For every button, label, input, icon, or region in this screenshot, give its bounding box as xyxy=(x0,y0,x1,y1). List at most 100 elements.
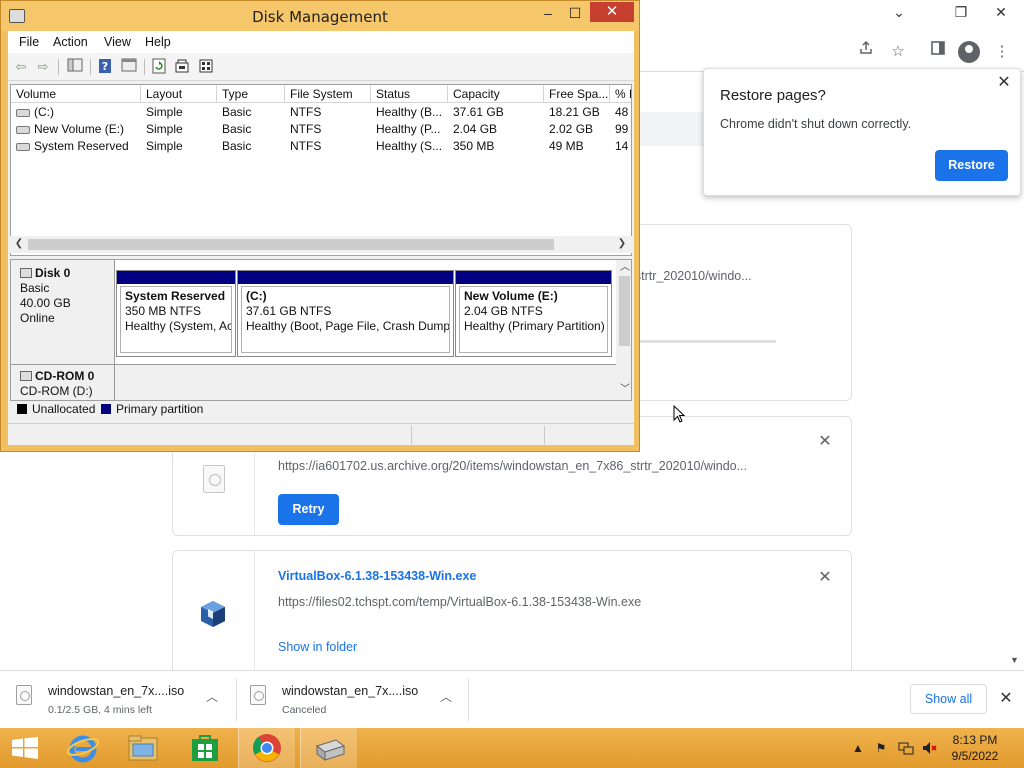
cdrom-0-label[interactable]: CD-ROM 0 CD-ROM (D:) xyxy=(11,365,115,400)
legend-unallocated-label: Unallocated xyxy=(32,402,96,416)
virtualbox-icon xyxy=(201,601,225,627)
rescan-disks-icon[interactable] xyxy=(173,58,191,76)
page-scroll-down-arrow[interactable]: ▼ xyxy=(1010,655,1022,667)
scrollbar-thumb[interactable] xyxy=(28,239,554,250)
back-arrow-icon[interactable]: ⇦ xyxy=(12,58,30,76)
menu-bar: File Action View Help xyxy=(8,31,634,53)
properties-panel-icon[interactable] xyxy=(120,58,138,76)
retry-button[interactable]: Retry xyxy=(278,494,339,525)
chrome-restore-button[interactable]: ❐ xyxy=(946,2,976,22)
cell-layout: Simple xyxy=(146,139,183,153)
folder-icon xyxy=(128,735,158,761)
menu-icon[interactable]: ⋮ xyxy=(990,40,1014,64)
share-icon[interactable] xyxy=(854,40,878,64)
close-icon[interactable]: ✕ xyxy=(817,434,833,450)
column-header-free-space[interactable]: Free Spa... xyxy=(544,85,610,103)
disk-properties-icon[interactable] xyxy=(197,58,215,76)
table-row[interactable]: System Reserved Simple Basic NTFS Health… xyxy=(11,138,631,155)
cell-percent-free: 48 xyxy=(615,105,629,119)
taskbar-internet-explorer[interactable] xyxy=(54,728,112,768)
cell-status: Healthy (S... xyxy=(376,139,443,153)
shelf-item-2[interactable]: windowstan_en_7x....iso Canceled ︿ xyxy=(250,679,460,721)
column-header-file-system[interactable]: File System xyxy=(285,85,371,103)
cell-percent-free: 14 xyxy=(615,139,629,153)
close-button[interactable]: ✕ xyxy=(590,2,634,22)
scrollbar-thumb[interactable] xyxy=(619,276,630,346)
menu-file[interactable]: File xyxy=(19,35,39,49)
column-header-status[interactable]: Status xyxy=(371,85,448,103)
cell-layout: Simple xyxy=(146,122,183,136)
cdrom-icon xyxy=(20,371,32,381)
partition-color-bar xyxy=(456,271,611,284)
disk-0-label[interactable]: Disk 0 Basic 40.00 GB Online xyxy=(11,260,115,364)
network-icon[interactable] xyxy=(898,740,914,756)
help-icon[interactable]: ? xyxy=(96,58,114,76)
scroll-left-arrow[interactable]: ❮ xyxy=(13,238,25,250)
taskbar-chrome[interactable] xyxy=(238,728,296,768)
minimize-button[interactable]: ‒ xyxy=(535,3,561,23)
sidebar-icon[interactable] xyxy=(926,40,950,64)
menu-action[interactable]: Action xyxy=(53,35,88,49)
file-icon xyxy=(250,685,266,705)
partition-details: New Volume (E:) 2.04 GB NTFS Healthy (Pr… xyxy=(459,286,608,353)
disk-kind: Basic xyxy=(20,281,50,295)
action-center-flag-icon[interactable]: ⚑ xyxy=(873,740,889,756)
column-header-volume[interactable]: Volume xyxy=(11,85,141,103)
download-url: https://files02.tchspt.com/temp/VirtualB… xyxy=(278,595,642,609)
cell-file-system: NTFS xyxy=(290,139,322,153)
forward-arrow-icon[interactable]: ⇨ xyxy=(34,58,52,76)
table-row[interactable]: New Volume (E:) Simple Basic NTFS Health… xyxy=(11,121,631,138)
maximize-button[interactable]: ☐ xyxy=(562,3,588,23)
chevron-up-icon[interactable]: ︿ xyxy=(206,690,220,704)
scroll-right-arrow[interactable]: ❯ xyxy=(616,238,628,250)
dm-titlebar[interactable]: Disk Management ‒ ☐ ✕ xyxy=(1,1,639,31)
volume-list-header: Volume Layout Type File System Status Ca… xyxy=(11,85,631,103)
show-in-folder-link[interactable]: Show in folder xyxy=(278,640,357,654)
internet-explorer-icon xyxy=(66,735,100,763)
volume-list: Volume Layout Type File System Status Ca… xyxy=(10,84,632,256)
taskbar-file-explorer[interactable] xyxy=(114,728,172,768)
cell-capacity: 37.61 GB xyxy=(453,105,504,119)
cell-file-system: NTFS xyxy=(290,122,322,136)
show-hide-console-tree-icon[interactable] xyxy=(66,58,84,76)
profile-icon[interactable] xyxy=(958,41,980,63)
system-clock[interactable]: 8:13 PM 9/5/2022 xyxy=(935,732,1015,764)
menu-view[interactable]: View xyxy=(104,35,131,49)
table-row[interactable]: (C:) Simple Basic NTFS Healthy (B... 37.… xyxy=(11,104,631,121)
partition-system-reserved[interactable]: System Reserved 350 MB NTFS Healthy (Sys… xyxy=(116,270,236,357)
close-icon[interactable]: ✕ xyxy=(996,75,1012,91)
column-header-layout[interactable]: Layout xyxy=(141,85,217,103)
vertical-scrollbar[interactable]: ︿ ﹀ xyxy=(616,260,631,400)
partition-c-drive[interactable]: (C:) 37.61 GB NTFS Healthy (Boot, Page F… xyxy=(237,270,454,357)
close-icon[interactable]: ✕ xyxy=(817,570,833,586)
menu-help[interactable]: Help xyxy=(145,35,171,49)
column-header-capacity[interactable]: Capacity xyxy=(448,85,544,103)
column-header-type[interactable]: Type xyxy=(217,85,285,103)
scroll-down-arrow[interactable]: ﹀ xyxy=(619,384,631,396)
show-all-button[interactable]: Show all xyxy=(910,684,987,714)
refresh-icon[interactable] xyxy=(150,58,168,76)
status-separator xyxy=(411,426,412,444)
disk-management-icon xyxy=(315,739,346,761)
taskbar-disk-management[interactable] xyxy=(300,728,358,768)
shelf-item-1[interactable]: windowstan_en_7x....iso 0.1/2.5 GB, 4 mi… xyxy=(16,679,226,721)
restore-button[interactable]: Restore xyxy=(935,150,1008,181)
cdrom-name: CD-ROM 0 xyxy=(35,369,95,383)
horizontal-scrollbar[interactable]: ❮ ❯ xyxy=(10,236,632,253)
chevron-up-icon[interactable]: ︿ xyxy=(440,690,454,704)
chrome-minimize-button[interactable]: ⌄ xyxy=(884,2,914,22)
close-icon[interactable]: ✕ xyxy=(998,691,1014,707)
star-icon[interactable]: ☆ xyxy=(886,40,910,64)
scroll-up-arrow[interactable]: ︿ xyxy=(619,262,631,274)
dm-client-area: File Action View Help ⇦ ⇨ ? Volume Layou… xyxy=(8,31,634,445)
legend-swatch-unallocated xyxy=(17,404,27,414)
legend: Unallocated Primary partition xyxy=(10,401,632,417)
partition-color-bar xyxy=(238,271,453,284)
show-hidden-icons-icon[interactable]: ▲ xyxy=(850,740,866,756)
column-header-percent-free[interactable]: % F xyxy=(610,85,631,103)
chrome-close-button[interactable]: ✕ xyxy=(986,2,1016,22)
partition-new-volume-e[interactable]: New Volume (E:) 2.04 GB NTFS Healthy (Pr… xyxy=(455,270,612,357)
start-button[interactable] xyxy=(0,728,50,768)
taskbar-windows-store[interactable] xyxy=(176,728,234,768)
download-filename[interactable]: VirtualBox-6.1.38-153438-Win.exe xyxy=(278,569,476,583)
